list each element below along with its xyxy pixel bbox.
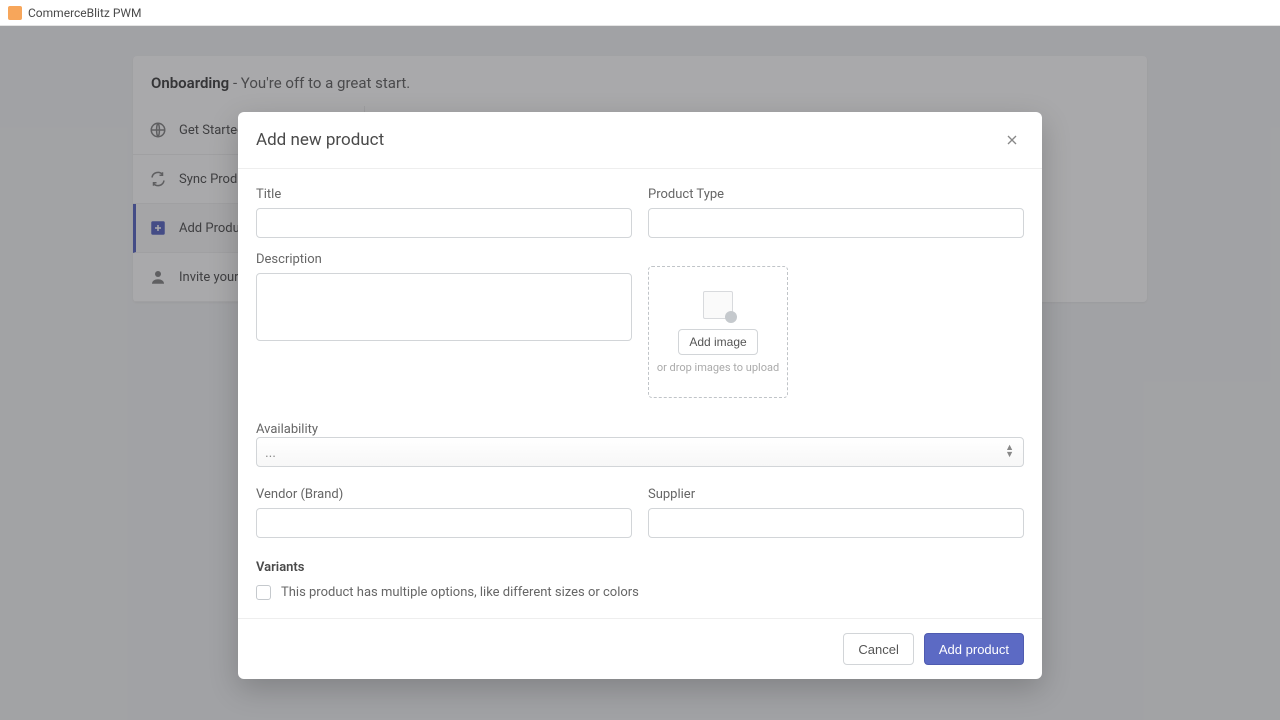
add-product-modal: Add new product Title Product Type Descr…: [238, 112, 1042, 679]
vendor-input[interactable]: [256, 508, 632, 538]
label-vendor: Vendor (Brand): [256, 487, 632, 502]
description-input[interactable]: [256, 273, 632, 341]
title-input[interactable]: [256, 208, 632, 238]
modal-body: Title Product Type Description Add image: [238, 169, 1042, 618]
modal-title: Add new product: [256, 130, 384, 150]
add-image-button[interactable]: Add image: [678, 329, 757, 355]
variants-checkbox[interactable]: [256, 585, 271, 600]
label-supplier: Supplier: [648, 487, 1024, 502]
app-logo-icon: [8, 6, 22, 20]
add-product-button[interactable]: Add product: [924, 633, 1024, 665]
app-title: CommerceBlitz PWM: [28, 6, 142, 20]
modal-header: Add new product: [238, 112, 1042, 169]
label-availability: Availability: [256, 422, 318, 437]
image-dropzone[interactable]: Add image or drop images to upload: [648, 266, 788, 398]
variants-checkbox-label: This product has multiple options, like …: [281, 585, 639, 600]
image-placeholder-icon: [703, 291, 733, 319]
product-type-input[interactable]: [648, 208, 1024, 238]
drop-hint-text: or drop images to upload: [657, 361, 779, 374]
label-description: Description: [256, 252, 632, 267]
modal-footer: Cancel Add product: [238, 618, 1042, 679]
variants-checkbox-row[interactable]: This product has multiple options, like …: [256, 585, 1024, 600]
availability-select[interactable]: ...: [256, 437, 1024, 467]
variants-section-title: Variants: [256, 560, 1024, 575]
supplier-input[interactable]: [648, 508, 1024, 538]
cancel-button[interactable]: Cancel: [843, 633, 913, 665]
app-top-bar: CommerceBlitz PWM: [0, 0, 1280, 26]
select-arrows-icon: ▲▼: [1005, 445, 1014, 459]
label-product-type: Product Type: [648, 187, 1024, 202]
label-title: Title: [256, 187, 632, 202]
close-icon[interactable]: [1000, 128, 1024, 152]
modal-overlay: Add new product Title Product Type Descr…: [0, 26, 1280, 720]
